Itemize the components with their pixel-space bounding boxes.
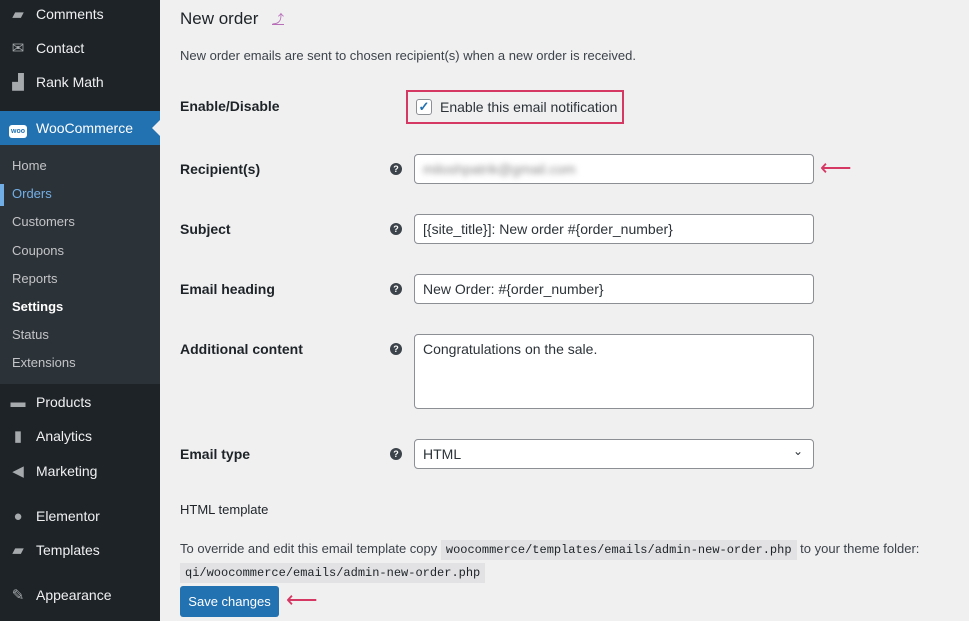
mail-icon: ✉ — [11, 40, 25, 57]
submenu-home[interactable]: Home — [0, 152, 160, 180]
help-icon: ? — [390, 343, 402, 355]
elementor-icon: ● — [13, 507, 23, 525]
help-icon: ? — [390, 163, 402, 175]
comment-icon: ▰ — [12, 6, 24, 23]
woocommerce-submenu: Home Orders Customers Coupons Reports Se… — [0, 145, 160, 384]
menu-marketing[interactable]: ◀ Marketing — [0, 454, 160, 488]
arrow-left-icon: ⟵ — [286, 587, 318, 612]
content-textarea[interactable]: Congratulations on the sale. — [414, 334, 814, 409]
subject-label: Subject — [180, 221, 231, 237]
menu-rank-math[interactable]: ▟ Rank Math — [0, 65, 160, 99]
menu-contact[interactable]: ✉ Contact — [0, 31, 160, 65]
save-button[interactable]: Save changes — [180, 586, 279, 617]
chevron-down-icon: ⌄ — [792, 444, 803, 458]
chart-icon: ▟ — [12, 74, 24, 91]
type-label: Email type — [180, 446, 251, 462]
recipient-label: Recipient(s) — [180, 161, 261, 177]
back-link-icon[interactable]: ⤴ — [272, 10, 284, 27]
menu-appearance[interactable]: ✎ Appearance — [0, 578, 160, 612]
template-path: woocommerce/templates/emails/admin-new-o… — [440, 540, 797, 560]
help-icon: ? — [390, 448, 402, 460]
page-title: New order — [180, 9, 259, 28]
menu-comments[interactable]: ▰ Comments — [0, 0, 160, 31]
brush-icon: ✎ — [11, 587, 25, 604]
email-type-select[interactable]: HTML ⌄ — [414, 439, 814, 469]
megaphone-icon: ◀ — [12, 463, 24, 480]
woo-icon: woo — [0, 120, 36, 138]
content-label: Additional content — [180, 341, 303, 357]
help-icon: ? — [390, 283, 402, 295]
folder-icon: ▰ — [12, 542, 24, 559]
menu-woocommerce[interactable]: woo WooCommerce — [0, 111, 160, 145]
archive-icon: ▬ — [10, 393, 26, 411]
enable-checkbox-highlight[interactable]: ✓ Enable this email notification — [406, 90, 624, 124]
bar-chart-icon: ▮ — [13, 428, 23, 445]
subject-input[interactable]: [{site_title}]: New order #{order_number… — [414, 214, 814, 244]
template-instructions: To override and edit this email template… — [180, 538, 969, 584]
enable-checkbox[interactable]: ✓ — [416, 99, 432, 115]
submenu-status[interactable]: Status — [0, 321, 160, 349]
admin-sidebar: ▰ Comments ✉ Contact ▟ Rank Math woo WooComm… — [0, 0, 160, 621]
recipient-input[interactable]: miloshpatrik@gmail.com — [414, 154, 814, 184]
arrow-left-icon: ⟵ — [820, 155, 852, 180]
help-icon: ? — [390, 223, 402, 235]
submenu-coupons[interactable]: Coupons — [0, 237, 160, 265]
menu-elementor[interactable]: ● Elementor — [0, 499, 160, 533]
menu-templates[interactable]: ▰ Templates — [0, 533, 160, 567]
submenu-customers[interactable]: Customers — [0, 208, 160, 236]
submenu-settings[interactable]: Settings — [0, 293, 160, 321]
menu-products[interactable]: ▬ Products — [0, 385, 160, 419]
description: New order emails are sent to chosen reci… — [180, 48, 636, 63]
enable-label: Enable/Disable — [180, 98, 280, 114]
settings-form: New order ⤴ New order emails are sent to… — [180, 0, 969, 621]
heading-input[interactable]: New Order: #{order_number} — [414, 274, 814, 304]
menu-analytics[interactable]: ▮ Analytics — [0, 419, 160, 453]
submenu-extensions[interactable]: Extensions — [0, 349, 160, 377]
heading-label: Email heading — [180, 281, 275, 297]
theme-path: qi/woocommerce/emails/admin-new-order.ph… — [180, 563, 486, 583]
template-heading: HTML template — [180, 502, 269, 517]
submenu-orders[interactable]: Orders — [0, 180, 160, 208]
submenu-reports[interactable]: Reports — [0, 265, 160, 293]
